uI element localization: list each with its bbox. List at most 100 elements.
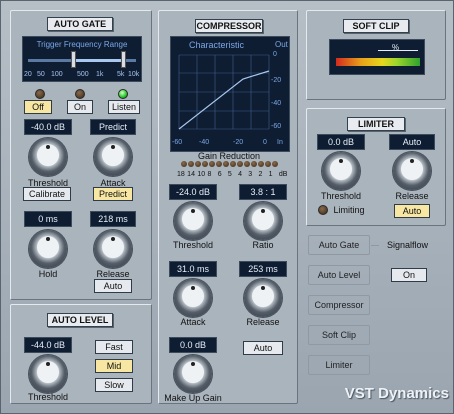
signalflow-on-button[interactable]: On	[391, 268, 427, 282]
low-cut-slider-handle[interactable]	[71, 51, 76, 68]
limiter-threshold-label: Threshold	[320, 191, 362, 201]
knob-indicator	[46, 237, 50, 241]
calibrate-button[interactable]: Calibrate	[23, 187, 71, 201]
gain-reduction-tick: 10	[197, 171, 206, 178]
gate-release-label: Release	[96, 269, 130, 279]
knob-indicator	[46, 145, 50, 149]
compressor-title: COMPRESSOR	[195, 19, 263, 33]
knob-indicator	[261, 286, 265, 290]
auto-gate-panel: AUTO GATE Trigger Frequency Range 20 50 …	[10, 10, 152, 300]
gain-reduction-led	[195, 161, 201, 167]
limiter-release-knob[interactable]	[393, 152, 431, 190]
makeup-gain-label: Make Up Gain	[164, 393, 222, 403]
comp-attack-display: 31.0 ms	[169, 261, 217, 277]
gain-reduction-led	[230, 161, 236, 167]
ratio-label: Ratio	[252, 240, 274, 250]
auto-level-title: AUTO LEVEL	[47, 313, 113, 327]
gain-reduction-led	[272, 161, 278, 167]
gain-reduction-tick: 3	[248, 171, 253, 178]
x-tick: -60	[172, 139, 183, 146]
gain-reduction-led	[216, 161, 222, 167]
knob-indicator	[191, 209, 195, 213]
listen-led	[118, 89, 128, 99]
flow-module-limiter[interactable]: Limiter	[308, 355, 370, 375]
gain-reduction-tick: 8	[207, 171, 212, 178]
fast-button[interactable]: Fast	[95, 340, 133, 354]
freq-tick: 500	[77, 71, 89, 78]
gate-off-button[interactable]: Off	[24, 100, 52, 114]
gate-threshold-knob[interactable]	[29, 138, 67, 176]
flow-module-soft-clip[interactable]: Soft Clip	[308, 325, 370, 345]
trigger-frequency-label: Trigger Frequency Range	[36, 40, 128, 49]
gain-reduction-title: Gain Reduction	[197, 151, 261, 161]
gain-reduction-scale: 18 14 10 8 6 5 4 3 2 1 dB	[177, 171, 289, 181]
soft-clip-level-bar	[336, 58, 420, 66]
trigger-frequency-display[interactable]: Trigger Frequency Range 20 50 100 500 1k…	[22, 36, 142, 82]
gate-release-knob[interactable]	[94, 230, 132, 268]
gain-reduction-tick: 5	[227, 171, 232, 178]
gain-reduction-led	[209, 161, 215, 167]
comp-attack-knob[interactable]	[174, 279, 212, 317]
knob-indicator	[111, 145, 115, 149]
gain-reduction-tick: 2	[258, 171, 263, 178]
on-led	[75, 89, 85, 99]
gate-on-button[interactable]: On	[67, 100, 93, 114]
knob-indicator	[261, 209, 265, 213]
gate-attack-knob[interactable]	[94, 138, 132, 176]
limiter-threshold-display: 0.0 dB	[317, 134, 365, 150]
comp-release-label: Release	[246, 317, 280, 327]
knob-indicator	[111, 237, 115, 241]
gain-reduction-tick: 6	[217, 171, 222, 178]
mid-button[interactable]: Mid	[95, 359, 133, 373]
limiter-release-auto-button[interactable]: Auto	[394, 204, 430, 218]
level-threshold-knob[interactable]	[29, 355, 67, 393]
soft-clip-meter: %	[329, 39, 425, 75]
high-cut-slider-handle[interactable]	[121, 51, 126, 68]
y-tick: -60	[271, 123, 282, 130]
slow-button[interactable]: Slow	[95, 378, 133, 392]
comp-threshold-display: -24.0 dB	[169, 184, 217, 200]
gain-reduction-tick: 1	[268, 171, 273, 178]
flow-module-auto-level[interactable]: Auto Level	[308, 265, 370, 285]
knob-indicator	[46, 362, 50, 366]
limiting-label: Limiting	[333, 205, 365, 215]
gain-reduction-tick: dB	[278, 171, 288, 178]
comp-release-knob[interactable]	[244, 279, 282, 317]
freq-tick: 20	[24, 71, 32, 78]
compressor-panel: COMPRESSOR Characteristic Out 0 -20 -40 …	[158, 10, 298, 404]
gate-listen-button[interactable]: Listen	[108, 100, 140, 114]
comp-threshold-knob[interactable]	[174, 202, 212, 240]
makeup-gain-knob[interactable]	[174, 355, 212, 393]
gain-reduction-meter	[181, 161, 281, 169]
gain-reduction-led	[265, 161, 271, 167]
gate-threshold-display: -40.0 dB	[24, 119, 72, 135]
y-tick: -20	[271, 77, 282, 84]
ratio-knob[interactable]	[244, 202, 282, 240]
knob-indicator	[339, 159, 343, 163]
gain-reduction-led	[251, 161, 257, 167]
gate-release-auto-button[interactable]: Auto	[94, 279, 132, 293]
x-tick: -20	[233, 139, 244, 146]
flow-module-compressor[interactable]: Compressor	[308, 295, 370, 315]
limiting-led	[318, 205, 328, 215]
auto-level-panel: AUTO LEVEL -44.0 dB Threshold Fast Mid S…	[10, 304, 152, 404]
level-threshold-display: -44.0 dB	[24, 337, 72, 353]
freq-tick: 100	[51, 71, 63, 78]
limiter-threshold-knob[interactable]	[322, 152, 360, 190]
gate-hold-knob[interactable]	[29, 230, 67, 268]
limiter-panel: LIMITER 0.0 dB Threshold Limiting Auto R…	[306, 108, 446, 226]
y-tick: -40	[271, 100, 282, 107]
flow-connector	[371, 245, 379, 246]
predict-button[interactable]: Predict	[93, 187, 133, 201]
range-highlight	[75, 59, 121, 62]
comp-release-display: 253 ms	[239, 261, 287, 277]
x-tick: 0	[263, 139, 267, 146]
comp-attack-label: Attack	[180, 317, 206, 327]
brand-logo: VST Dynamics	[344, 385, 449, 402]
gain-reduction-tick: 14	[187, 171, 195, 178]
flow-module-auto-gate[interactable]: Auto Gate	[308, 235, 370, 255]
gain-reduction-led	[237, 161, 243, 167]
freq-tick: 5k	[117, 71, 125, 78]
ratio-display: 3.8 : 1	[239, 184, 287, 200]
comp-release-auto-button[interactable]: Auto	[243, 341, 283, 355]
